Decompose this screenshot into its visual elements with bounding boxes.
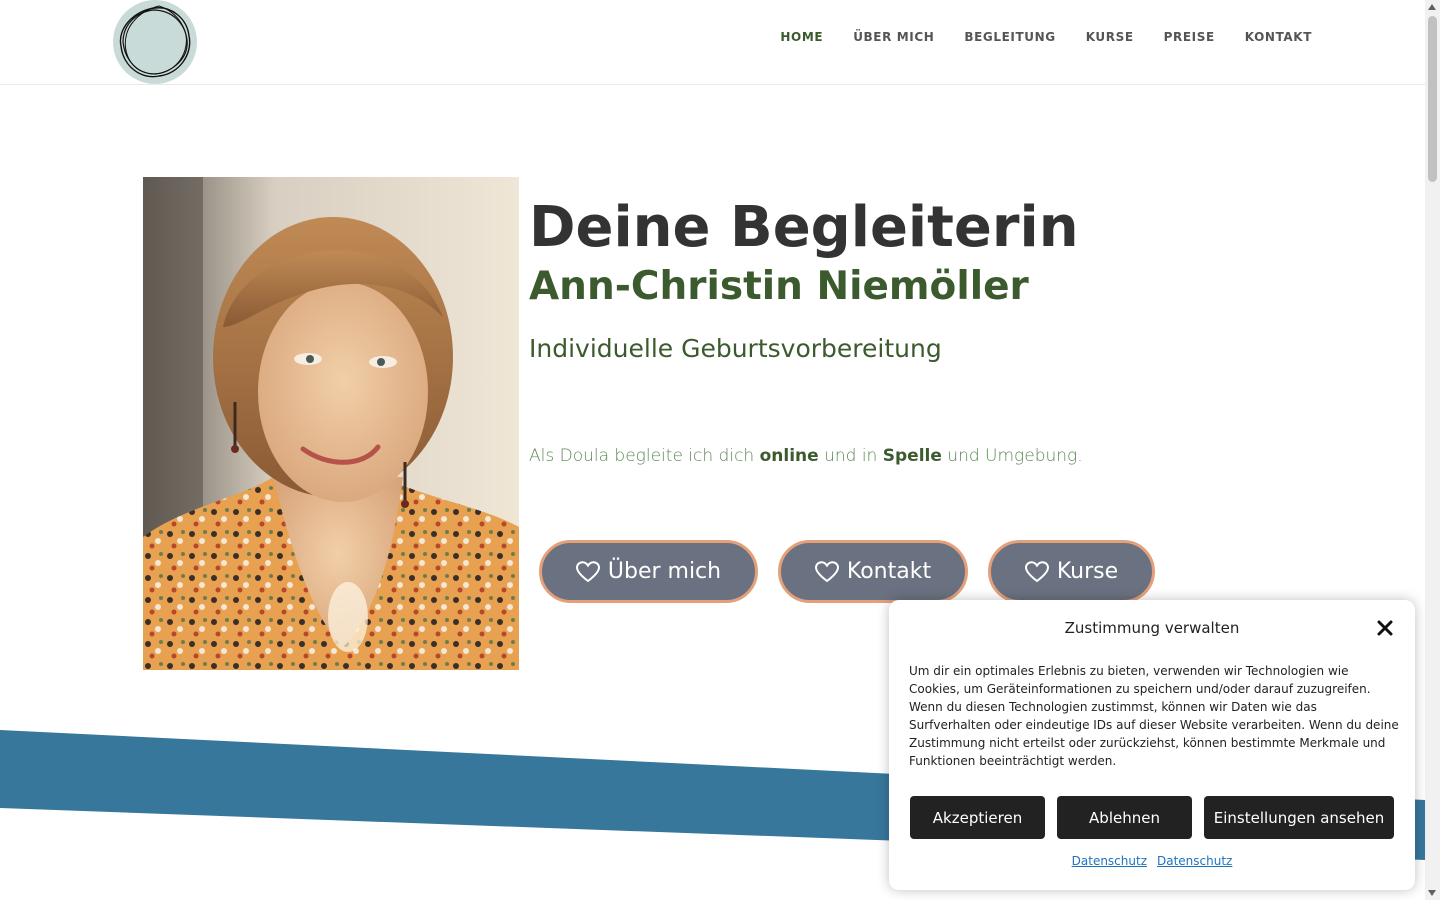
heart-outline-icon <box>575 560 600 582</box>
consent-title: Zustimmung verwalten <box>1064 619 1240 637</box>
lead-highlight-location: Spelle <box>882 446 942 466</box>
heart-outline-icon <box>1024 560 1049 582</box>
logo-ring-icon <box>119 5 191 78</box>
site-header: HOME ÜBER MICH BEGLEITUNG KURSE PREISE K… <box>0 0 1425 85</box>
nav-begleitung[interactable]: BEGLEITUNG <box>964 29 1055 45</box>
consent-text: Um dir ein optimales Erlebnis zu bieten,… <box>909 664 1399 768</box>
hero-name: Ann-Christin Niemöller <box>529 264 1029 309</box>
nav-home[interactable]: HOME <box>780 29 823 45</box>
hero-subtitle: Individuelle Geburtsvorbereitung <box>529 334 942 363</box>
site-logo[interactable] <box>113 0 197 84</box>
contact-button[interactable]: Kontakt <box>778 540 968 603</box>
lead-highlight-online: online <box>759 446 819 466</box>
courses-button-label: Kurse <box>1056 559 1119 584</box>
scroll-thumb[interactable] <box>1428 16 1437 182</box>
contact-button-label: Kontakt <box>846 559 932 584</box>
nav-preise[interactable]: PREISE <box>1164 29 1215 45</box>
nav-ueber-mich[interactable]: ÜBER MICH <box>853 29 934 45</box>
nav-kurse[interactable]: KURSE <box>1086 29 1134 45</box>
accept-button[interactable]: Akzeptieren <box>910 796 1045 839</box>
courses-button[interactable]: Kurse <box>988 540 1155 603</box>
page-scrollbar[interactable] <box>1425 0 1440 900</box>
privacy-link[interactable]: Datenschutz <box>1157 854 1232 868</box>
heart-outline-icon <box>814 560 839 582</box>
nav-kontakt[interactable]: KONTAKT <box>1245 29 1312 45</box>
close-icon[interactable] <box>1375 618 1395 638</box>
cookie-consent-dialog: Zustimmung verwalten Um dir ein optimale… <box>889 600 1415 890</box>
scroll-down-arrow-icon[interactable] <box>1428 890 1436 896</box>
view-settings-button[interactable]: Einstellungen ansehen <box>1204 796 1394 839</box>
main-nav: HOME ÜBER MICH BEGLEITUNG KURSE PREISE K… <box>780 29 1312 45</box>
hero-portrait-image <box>143 177 519 670</box>
hero-title: Deine Begleiterin <box>529 195 1079 260</box>
consent-links: Datenschutz Datenschutz <box>889 854 1415 868</box>
deny-button[interactable]: Ablehnen <box>1057 796 1192 839</box>
hero-lead-text: Als Doula begleite ich dich online und i… <box>529 446 1083 466</box>
about-button[interactable]: Über mich <box>539 540 758 603</box>
privacy-link[interactable]: Datenschutz <box>1072 854 1147 868</box>
about-button-label: Über mich <box>607 559 722 584</box>
scroll-up-arrow-icon[interactable] <box>1428 4 1436 10</box>
